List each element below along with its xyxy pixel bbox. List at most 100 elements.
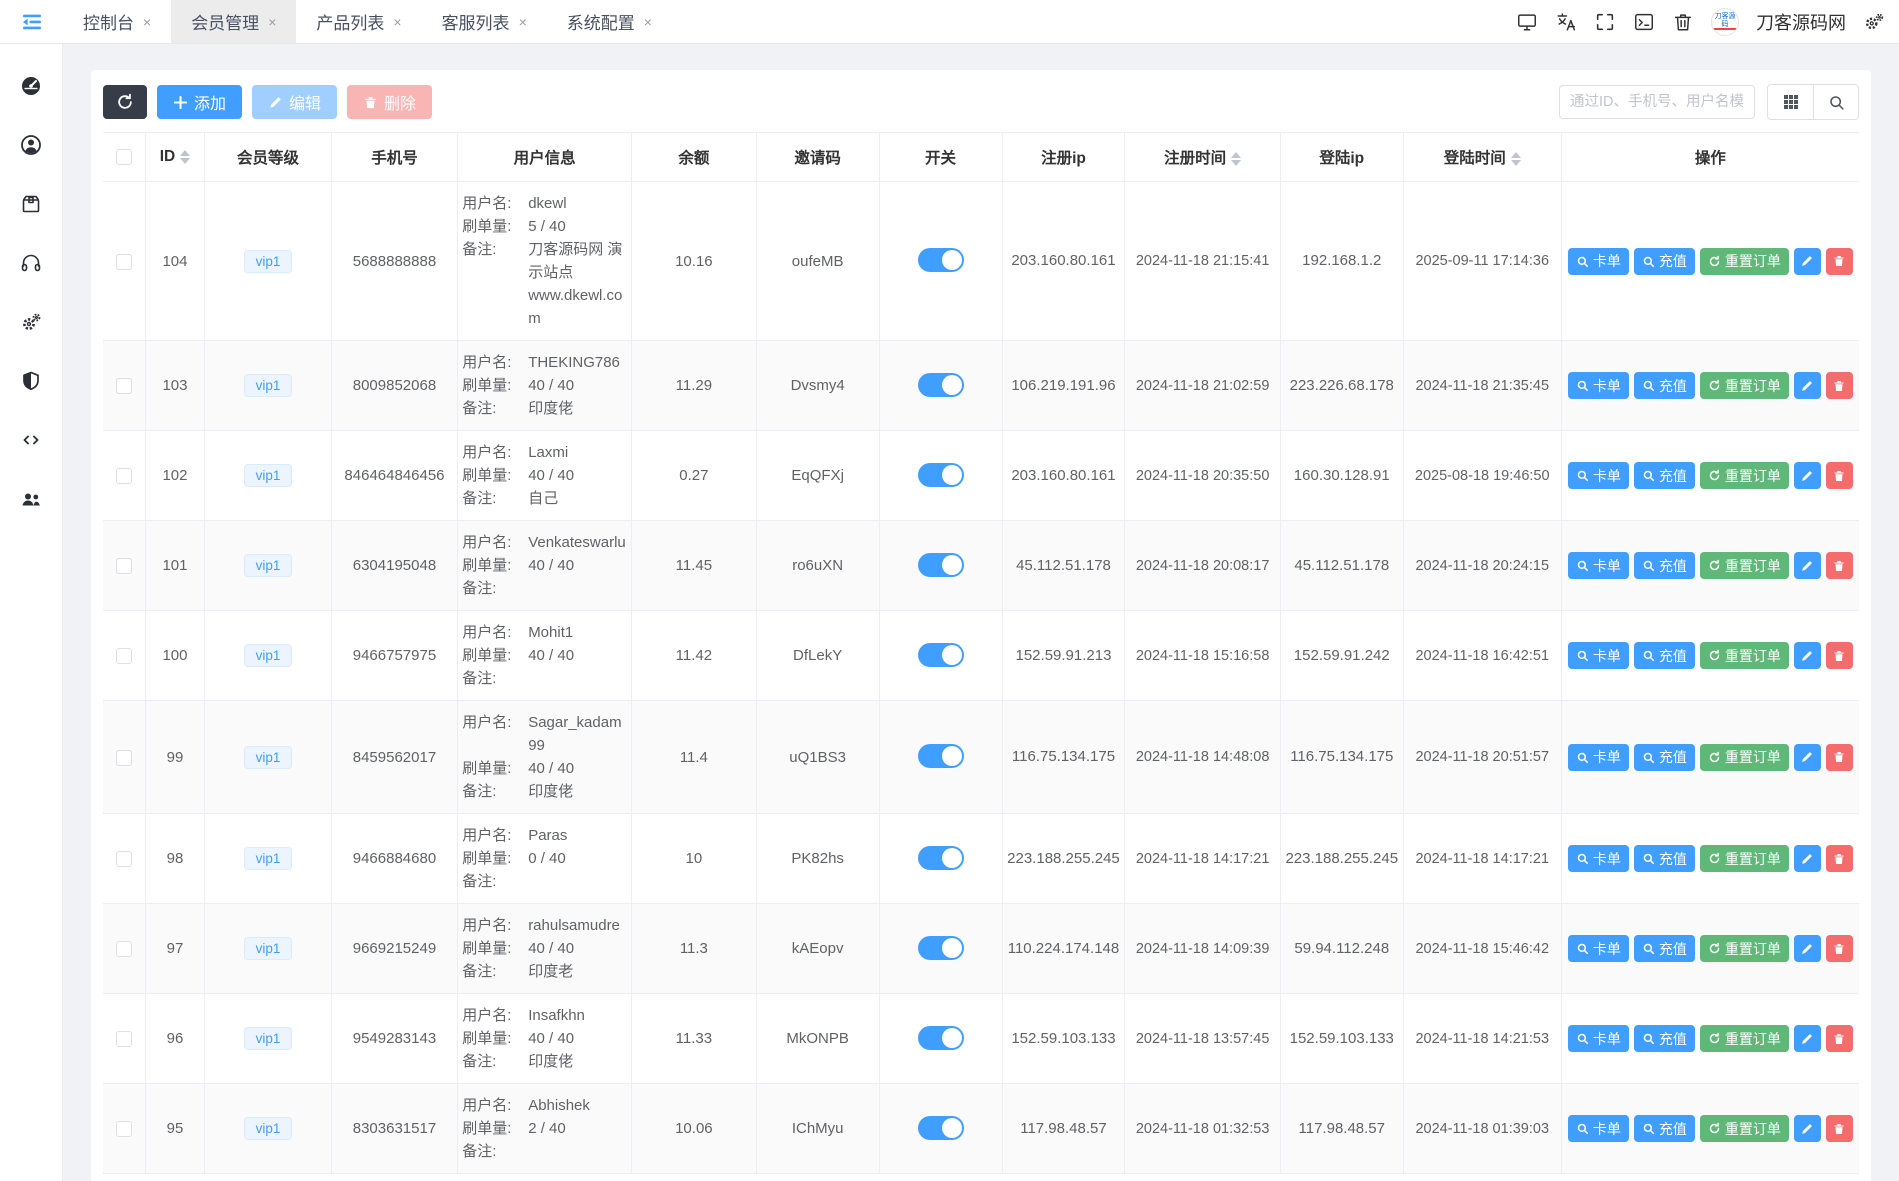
tab-会员管理[interactable]: 会员管理 × <box>171 0 296 43</box>
fullscreen-icon[interactable] <box>1594 11 1616 33</box>
recharge-button[interactable]: 充值 <box>1634 744 1695 771</box>
card-order-button[interactable]: 卡单 <box>1568 642 1629 669</box>
edit-row-button[interactable] <box>1794 248 1821 275</box>
edit-row-button[interactable] <box>1794 462 1821 489</box>
tab-控制台[interactable]: 控制台 × <box>63 0 171 43</box>
delete-row-button[interactable] <box>1826 744 1853 771</box>
row-checkbox[interactable] <box>116 851 132 867</box>
sort-carets-icon[interactable] <box>1231 152 1241 166</box>
status-toggle[interactable] <box>918 846 964 870</box>
avatar[interactable]: 刀客源码 <box>1711 8 1739 36</box>
delete-row-button[interactable] <box>1826 845 1853 872</box>
edit-row-button[interactable] <box>1794 935 1821 962</box>
row-checkbox[interactable] <box>116 1121 132 1137</box>
tab-close-icon[interactable]: × <box>268 14 276 30</box>
status-toggle[interactable] <box>918 744 964 768</box>
edit-row-button[interactable] <box>1794 642 1821 669</box>
delete-row-button[interactable] <box>1826 1025 1853 1052</box>
sidebar-item-members[interactable] <box>19 133 43 157</box>
delete-row-button[interactable] <box>1826 1115 1853 1142</box>
sidebar-item-dashboard[interactable] <box>19 74 43 98</box>
status-toggle[interactable] <box>918 553 964 577</box>
reset-order-button[interactable]: 重置订单 <box>1700 744 1789 771</box>
edit-row-button[interactable] <box>1794 845 1821 872</box>
recharge-button[interactable]: 充值 <box>1634 1115 1695 1142</box>
delete-row-button[interactable] <box>1826 935 1853 962</box>
edit-row-button[interactable] <box>1794 552 1821 579</box>
recharge-button[interactable]: 充值 <box>1634 935 1695 962</box>
reset-order-button[interactable]: 重置订单 <box>1700 1025 1789 1052</box>
delete-button-disabled[interactable]: 删除 <box>347 85 432 119</box>
tab-close-icon[interactable]: × <box>519 14 527 30</box>
terminal-icon[interactable] <box>1633 11 1655 33</box>
sidebar-item-dev[interactable] <box>19 428 43 452</box>
row-checkbox[interactable] <box>116 378 132 394</box>
add-button[interactable]: 添加 <box>157 85 242 119</box>
edit-row-button[interactable] <box>1794 1025 1821 1052</box>
refresh-button[interactable] <box>103 85 147 119</box>
status-toggle[interactable] <box>918 1116 964 1140</box>
reset-order-button[interactable]: 重置订单 <box>1700 552 1789 579</box>
sidebar-item-security[interactable] <box>19 369 43 393</box>
reset-order-button[interactable]: 重置订单 <box>1700 845 1789 872</box>
sidebar-toggle-button[interactable] <box>0 0 63 43</box>
translate-icon[interactable] <box>1555 11 1577 33</box>
reset-order-button[interactable]: 重置订单 <box>1700 372 1789 399</box>
status-toggle[interactable] <box>918 463 964 487</box>
card-order-button[interactable]: 卡单 <box>1568 935 1629 962</box>
recharge-button[interactable]: 充值 <box>1634 552 1695 579</box>
sidebar-item-users[interactable] <box>19 487 43 511</box>
card-order-button[interactable]: 卡单 <box>1568 248 1629 275</box>
edit-button-disabled[interactable]: 编辑 <box>252 85 337 119</box>
recharge-button[interactable]: 充值 <box>1634 372 1695 399</box>
edit-row-button[interactable] <box>1794 1115 1821 1142</box>
card-order-button[interactable]: 卡单 <box>1568 372 1629 399</box>
reset-order-button[interactable]: 重置订单 <box>1700 935 1789 962</box>
row-checkbox[interactable] <box>116 254 132 270</box>
card-order-button[interactable]: 卡单 <box>1568 744 1629 771</box>
reset-order-button[interactable]: 重置订单 <box>1700 1115 1789 1142</box>
recharge-button[interactable]: 充值 <box>1634 642 1695 669</box>
sidebar-item-products[interactable] <box>19 192 43 216</box>
col-header-reg-time[interactable]: 注册时间 <box>1125 133 1280 182</box>
tab-产品列表[interactable]: 产品列表 × <box>296 0 421 43</box>
row-checkbox[interactable] <box>116 558 132 574</box>
card-order-button[interactable]: 卡单 <box>1568 845 1629 872</box>
settings-gear-icon[interactable] <box>1863 11 1885 33</box>
tab-close-icon[interactable]: × <box>143 14 151 30</box>
row-checkbox[interactable] <box>116 750 132 766</box>
sort-carets-icon[interactable] <box>1511 152 1521 166</box>
status-toggle[interactable] <box>918 936 964 960</box>
delete-row-button[interactable] <box>1826 248 1853 275</box>
select-all-checkbox[interactable] <box>116 149 132 165</box>
tab-close-icon[interactable]: × <box>644 14 652 30</box>
grid-view-button[interactable] <box>1768 85 1813 119</box>
tab-close-icon[interactable]: × <box>393 14 401 30</box>
delete-row-button[interactable] <box>1826 372 1853 399</box>
card-order-button[interactable]: 卡单 <box>1568 552 1629 579</box>
tab-客服列表[interactable]: 客服列表 × <box>422 0 547 43</box>
card-order-button[interactable]: 卡单 <box>1568 1115 1629 1142</box>
col-header-id[interactable]: ID <box>145 133 205 182</box>
row-checkbox[interactable] <box>116 648 132 664</box>
recharge-button[interactable]: 充值 <box>1634 1025 1695 1052</box>
row-checkbox[interactable] <box>116 1031 132 1047</box>
sidebar-item-settings[interactable] <box>19 310 43 334</box>
edit-row-button[interactable] <box>1794 372 1821 399</box>
recharge-button[interactable]: 充值 <box>1634 248 1695 275</box>
card-order-button[interactable]: 卡单 <box>1568 1025 1629 1052</box>
recharge-button[interactable]: 充值 <box>1634 462 1695 489</box>
reset-order-button[interactable]: 重置订单 <box>1700 248 1789 275</box>
status-toggle[interactable] <box>918 373 964 397</box>
delete-row-button[interactable] <box>1826 462 1853 489</box>
status-toggle[interactable] <box>918 1026 964 1050</box>
delete-row-button[interactable] <box>1826 642 1853 669</box>
tab-系统配置[interactable]: 系统配置 × <box>547 0 672 43</box>
card-order-button[interactable]: 卡单 <box>1568 462 1629 489</box>
sidebar-item-support[interactable] <box>19 251 43 275</box>
reset-order-button[interactable]: 重置订单 <box>1700 462 1789 489</box>
search-button[interactable] <box>1813 85 1858 119</box>
col-header-login-time[interactable]: 登陆时间 <box>1403 133 1561 182</box>
row-checkbox[interactable] <box>116 941 132 957</box>
trash-icon[interactable] <box>1672 11 1694 33</box>
